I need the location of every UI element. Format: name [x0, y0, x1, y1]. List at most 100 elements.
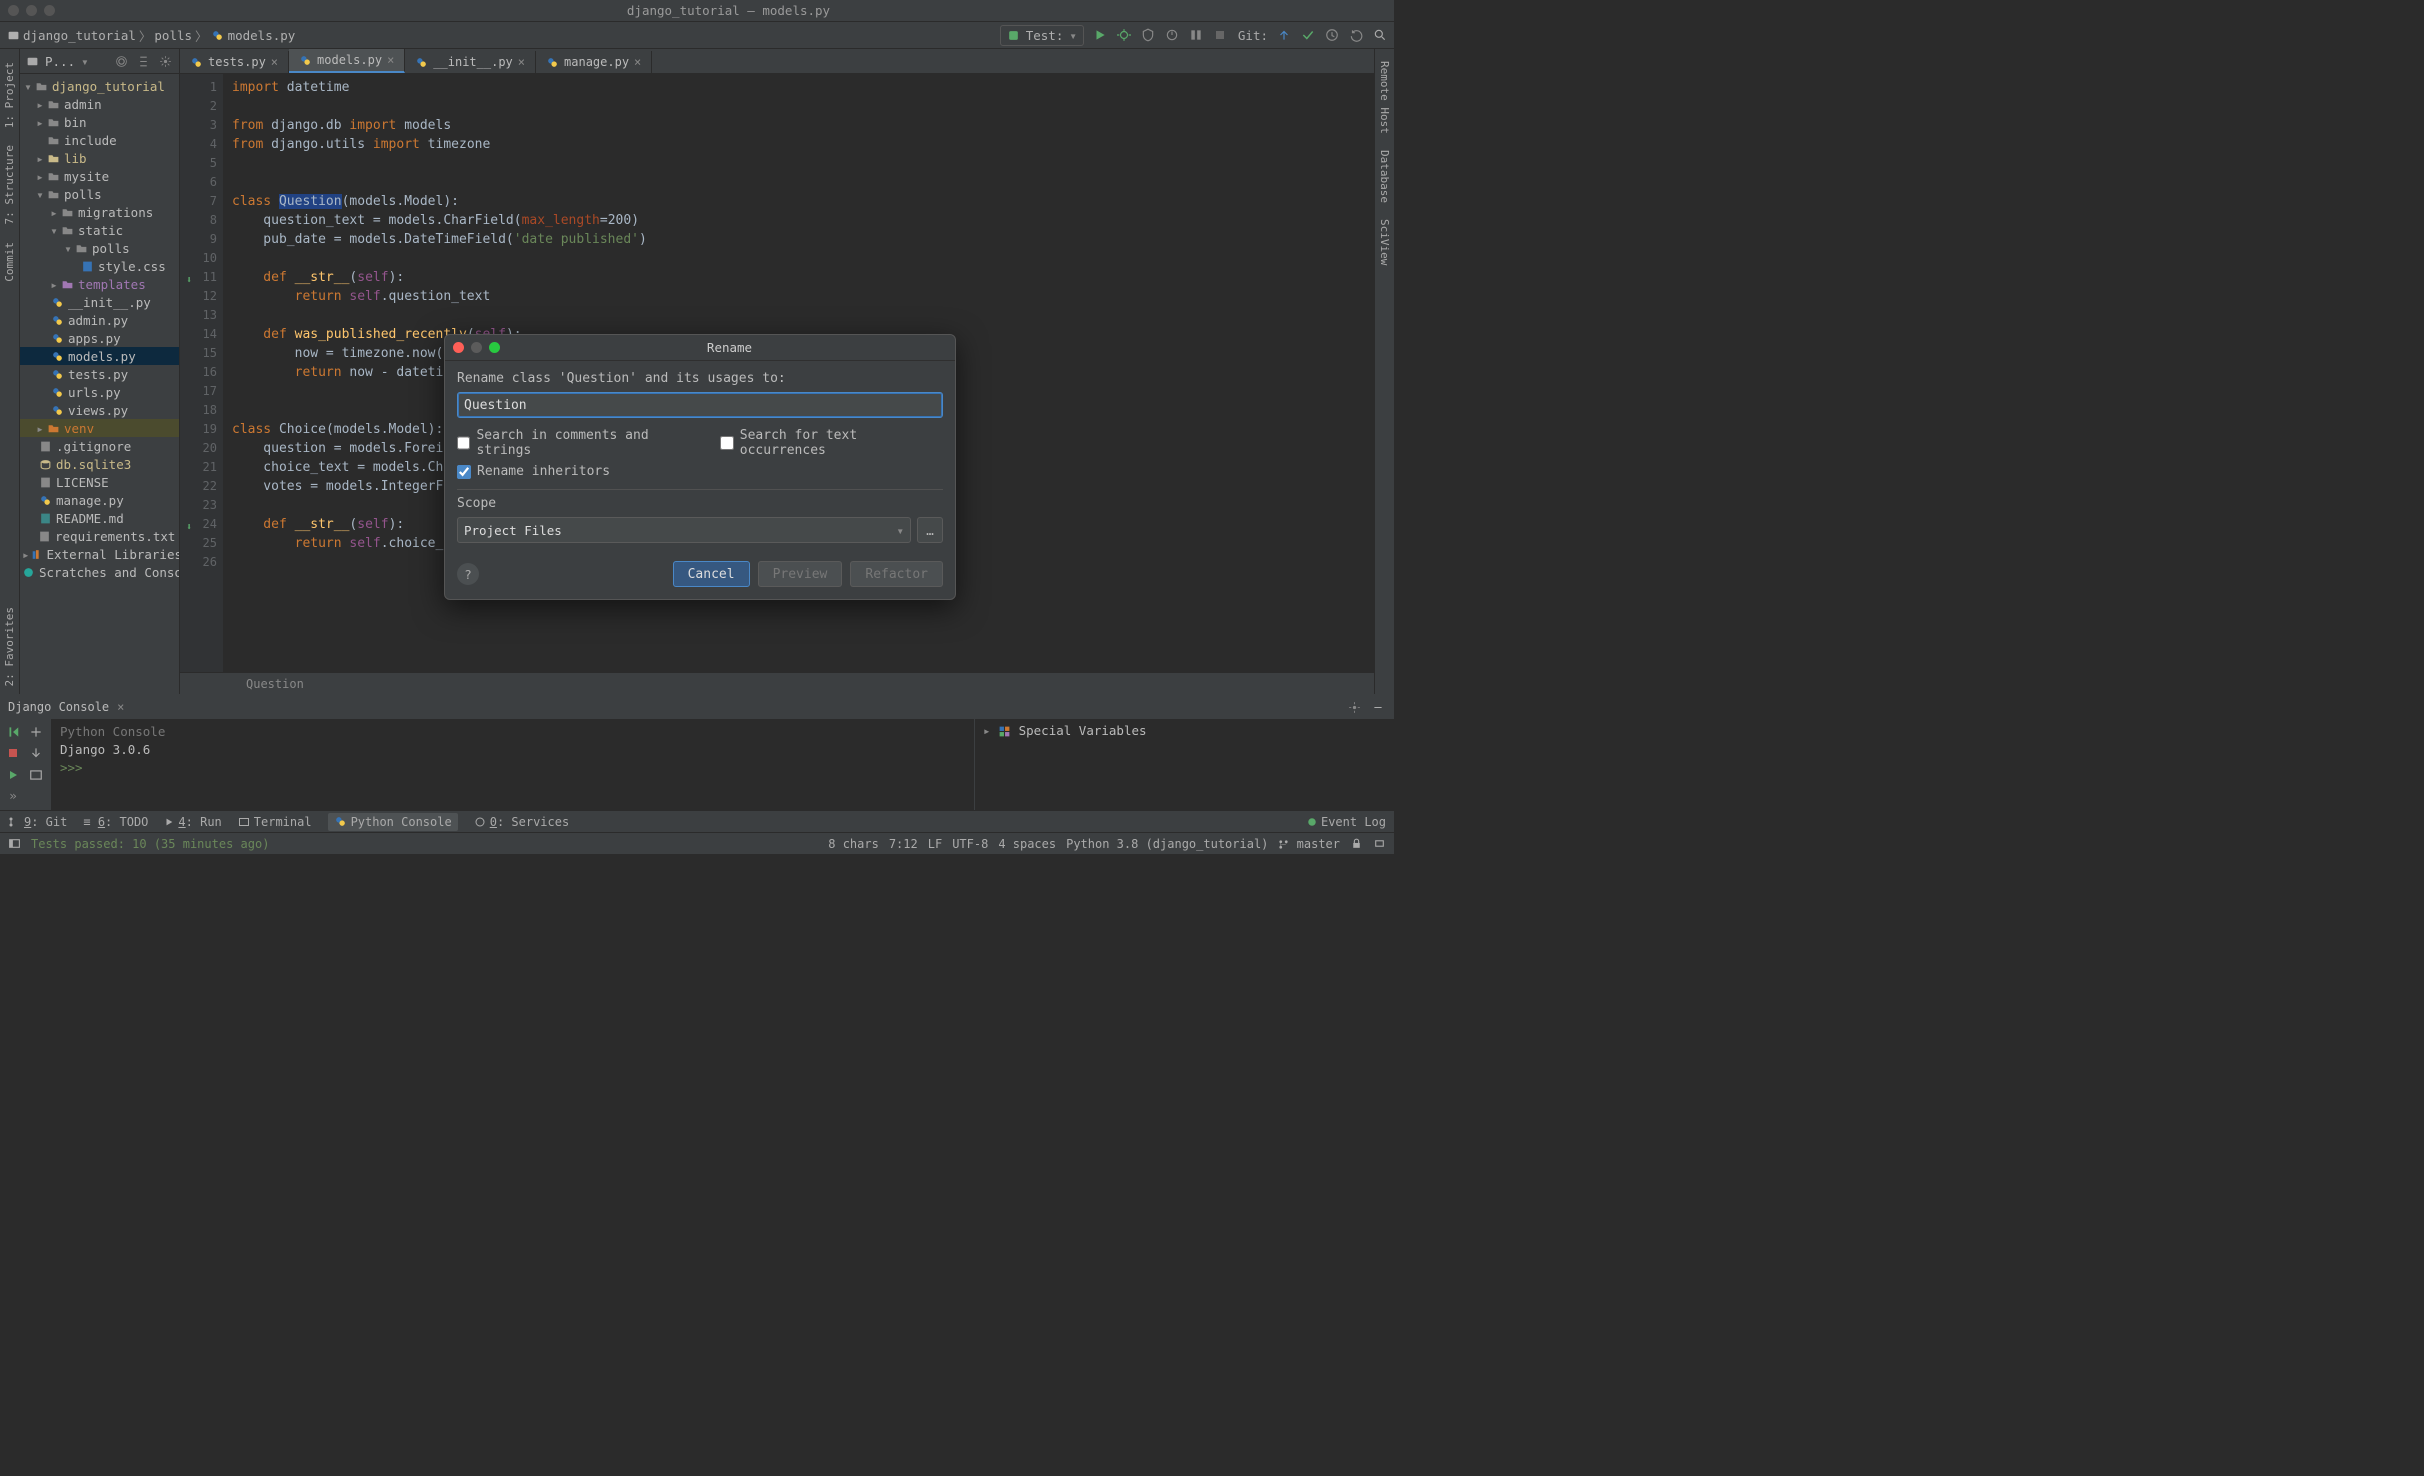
expand-all-button[interactable] — [135, 53, 151, 69]
editor-breadcrumb[interactable]: Question — [180, 672, 1374, 694]
profile-button[interactable] — [1164, 27, 1180, 43]
close-icon[interactable] — [8, 5, 19, 16]
project-tool-tab[interactable]: 1: Project — [1, 53, 18, 136]
rerun-button[interactable] — [4, 723, 22, 741]
gutter[interactable]: 123456 78910 ⬇11 12131415161718 19202122… — [180, 74, 224, 672]
terminal-tab[interactable]: Terminal — [238, 815, 312, 829]
git-history-button[interactable] — [1324, 27, 1340, 43]
tree-item[interactable]: ▸migrations — [20, 203, 179, 221]
todo-tab[interactable]: ≡ 6: TODO — [83, 815, 148, 829]
scope-more-button[interactable]: … — [917, 517, 943, 543]
tab-close-icon[interactable]: × — [518, 55, 525, 69]
git-update-button[interactable] — [1276, 27, 1292, 43]
status-encoding[interactable]: UTF-8 — [952, 837, 988, 851]
console-variables[interactable]: ▸ Special Variables — [974, 719, 1394, 810]
dialog-titlebar[interactable]: Rename — [445, 335, 955, 361]
tree-item[interactable]: ▸admin — [20, 95, 179, 113]
python-console-tab[interactable]: Python Console — [328, 813, 458, 831]
minimize-icon[interactable] — [26, 5, 37, 16]
tree-item[interactable]: ▸External Libraries — [20, 545, 179, 563]
breadcrumb-item[interactable]: django_tutorial — [23, 28, 136, 43]
tree-item[interactable]: urls.py — [20, 383, 179, 401]
chevron-down-icon[interactable]: ▾ — [81, 54, 89, 69]
tree-item[interactable]: Scratches and Consoles — [20, 563, 179, 581]
help-button[interactable]: ? — [457, 563, 479, 585]
tree-item[interactable]: LICENSE — [20, 473, 179, 491]
tree-item[interactable]: ▸bin — [20, 113, 179, 131]
tree-item[interactable]: ▾polls — [20, 239, 179, 257]
status-position[interactable]: 7:12 — [889, 837, 918, 851]
tab-close-icon[interactable]: × — [634, 55, 641, 69]
maximize-icon[interactable] — [44, 5, 55, 16]
select-opened-file-button[interactable] — [113, 53, 129, 69]
commit-tool-tab[interactable]: Commit — [1, 233, 18, 290]
run-button[interactable] — [1092, 27, 1108, 43]
search-comments-checkbox[interactable]: Search in comments and strings — [457, 428, 702, 458]
tree-root[interactable]: ▾django_tutorial — [20, 77, 179, 95]
breadcrumb-item[interactable]: polls — [154, 28, 192, 43]
coverage-button[interactable] — [1140, 27, 1156, 43]
tab-close-icon[interactable]: × — [271, 55, 278, 69]
window-controls[interactable] — [8, 5, 55, 16]
refactor-button[interactable]: Refactor — [850, 561, 943, 587]
lock-icon[interactable] — [1350, 837, 1363, 850]
dialog-minimize-icon[interactable] — [471, 342, 482, 353]
rename-inheritors-checkbox[interactable]: Rename inheritors — [457, 464, 610, 479]
tree-item[interactable]: ▸templates — [20, 275, 179, 293]
console-close-icon[interactable]: × — [117, 700, 124, 714]
tree-item[interactable]: admin.py — [20, 311, 179, 329]
run-config-selector[interactable]: Test: ▾ — [1000, 25, 1084, 46]
more-button[interactable]: » — [4, 787, 22, 805]
remote-host-tab[interactable]: Remote Host — [1376, 53, 1393, 142]
stop-button[interactable] — [1212, 27, 1228, 43]
scope-select[interactable]: Project Files ▾ — [457, 517, 911, 543]
tab-close-icon[interactable]: × — [387, 53, 394, 67]
stop-console-button[interactable] — [4, 744, 22, 762]
editor-tab[interactable]: tests.py× — [180, 51, 289, 73]
tree-item[interactable]: include — [20, 131, 179, 149]
tree-item[interactable]: manage.py — [20, 491, 179, 509]
dialog-close-icon[interactable] — [453, 342, 464, 353]
tree-item[interactable]: ▾polls — [20, 185, 179, 203]
new-console-button[interactable] — [27, 723, 45, 741]
tree-item[interactable]: requirements.txt — [20, 527, 179, 545]
tree-item[interactable]: README.md — [20, 509, 179, 527]
breadcrumb-item[interactable]: models.py — [228, 28, 296, 43]
console-output[interactable]: Python Console Django 3.0.6 >>> — [52, 719, 974, 810]
status-line-sep[interactable]: LF — [928, 837, 942, 851]
git-commit-button[interactable] — [1300, 27, 1316, 43]
tree-item[interactable]: apps.py — [20, 329, 179, 347]
concurrency-button[interactable] — [1188, 27, 1204, 43]
structure-tool-tab[interactable]: 7: Structure — [1, 136, 18, 232]
dialog-maximize-icon[interactable] — [489, 342, 500, 353]
cancel-button[interactable]: Cancel — [673, 561, 750, 587]
editor-tab-active[interactable]: models.py× — [289, 49, 405, 73]
tree-item[interactable]: tests.py — [20, 365, 179, 383]
search-everywhere-button[interactable] — [1372, 27, 1388, 43]
search-text-checkbox[interactable]: Search for text occurrences — [720, 428, 943, 458]
memory-icon[interactable] — [1373, 837, 1386, 850]
editor-tab[interactable]: manage.py× — [536, 51, 652, 73]
favorites-tool-tab[interactable]: 2: Favorites — [1, 598, 18, 694]
tree-item[interactable]: views.py — [20, 401, 179, 419]
tree-item[interactable]: ▸lib — [20, 149, 179, 167]
attach-button[interactable] — [27, 744, 45, 762]
project-header-label[interactable]: P... — [45, 54, 75, 69]
console-settings-icon[interactable] — [1346, 699, 1362, 715]
database-tab[interactable]: Database — [1376, 142, 1393, 211]
status-indent[interactable]: 4 spaces — [998, 837, 1056, 851]
status-tests[interactable]: Tests passed: 10 (35 minutes ago) — [31, 837, 269, 851]
rename-input[interactable] — [457, 392, 943, 418]
git-tab[interactable]: 9: Git — [8, 815, 67, 829]
sciview-tab[interactable]: SciView — [1376, 211, 1393, 273]
services-tab[interactable]: 0: Services — [474, 815, 569, 829]
tree-item-selected[interactable]: models.py — [20, 347, 179, 365]
settings-button[interactable] — [157, 53, 173, 69]
project-tree[interactable]: ▾django_tutorial ▸admin ▸bin include ▸li… — [20, 74, 179, 694]
tool-window-icon[interactable] — [8, 837, 21, 850]
breadcrumb[interactable]: django_tutorial 〉 polls 〉 models.py — [6, 26, 295, 45]
console-hide-icon[interactable]: — — [1370, 699, 1386, 715]
status-branch[interactable]: master — [1278, 837, 1340, 851]
run-tab[interactable]: 4: Run — [164, 815, 221, 829]
show-cmd-button[interactable] — [27, 766, 45, 784]
